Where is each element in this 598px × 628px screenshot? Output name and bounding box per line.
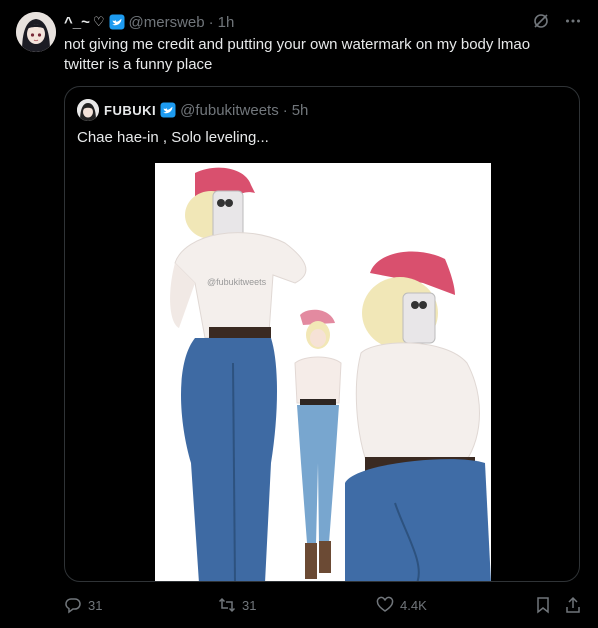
quoted-tweet[interactable]: FUBUKI @fubukitweets · 5h Chae hae-in , … [64, 86, 580, 582]
image-watermark: @fubukitweets [207, 277, 267, 287]
like-count: 4.4K [400, 597, 427, 613]
retweet-count: 31 [242, 597, 257, 613]
tweet-actions: 31 31 4.4K [64, 596, 582, 616]
retweet-icon [218, 597, 236, 613]
author-name-heart: ♡ [92, 14, 105, 29]
reply-count: 31 [88, 597, 103, 613]
separator-dot: · [282, 101, 288, 119]
quoted-tweet-header: FUBUKI @fubukitweets · 5h [77, 99, 308, 121]
author-avatar[interactable] [16, 12, 56, 52]
quoted-tweet-text: Chae hae-in , Solo leveling... [77, 129, 269, 146]
quoted-author-handle: @fubukitweets [180, 101, 279, 119]
verified-badge-icon [160, 102, 176, 118]
quoted-author-display-name: FUBUKI [104, 102, 157, 118]
quoted-tweet-image[interactable]: @fubukitweets [155, 163, 491, 581]
tweet-text-line: twitter is a funny place [64, 56, 213, 73]
tweet-text-line: not giving me credit and putting your ow… [64, 36, 531, 53]
share-button[interactable] [564, 596, 582, 614]
tweet-timestamp[interactable]: 1h [218, 14, 235, 31]
tweet-text: not giving me credit and putting your ow… [64, 35, 574, 75]
more-options-icon[interactable] [564, 12, 582, 30]
quoted-author-avatar [77, 99, 99, 121]
share-icon [566, 596, 580, 613]
heart-icon [376, 596, 394, 612]
reply-icon [65, 598, 81, 614]
retweet-button[interactable]: 31 [218, 596, 256, 614]
separator-dot: · [208, 13, 214, 31]
verified-badge-icon [109, 14, 125, 30]
quoted-tweet-timestamp: 5h [291, 101, 309, 119]
author-handle[interactable]: @mersweb [129, 14, 205, 31]
author-display-name[interactable]: ^_~ [64, 14, 90, 31]
header-actions [532, 12, 582, 30]
grok-icon[interactable] [532, 12, 550, 30]
bookmark-button[interactable] [534, 596, 552, 614]
tweet-header: ^_~ ♡ @mersweb · 1h [64, 12, 582, 32]
reply-button[interactable]: 31 [64, 596, 102, 614]
bookmark-icon [537, 597, 549, 614]
like-button[interactable]: 4.4K [376, 596, 427, 614]
